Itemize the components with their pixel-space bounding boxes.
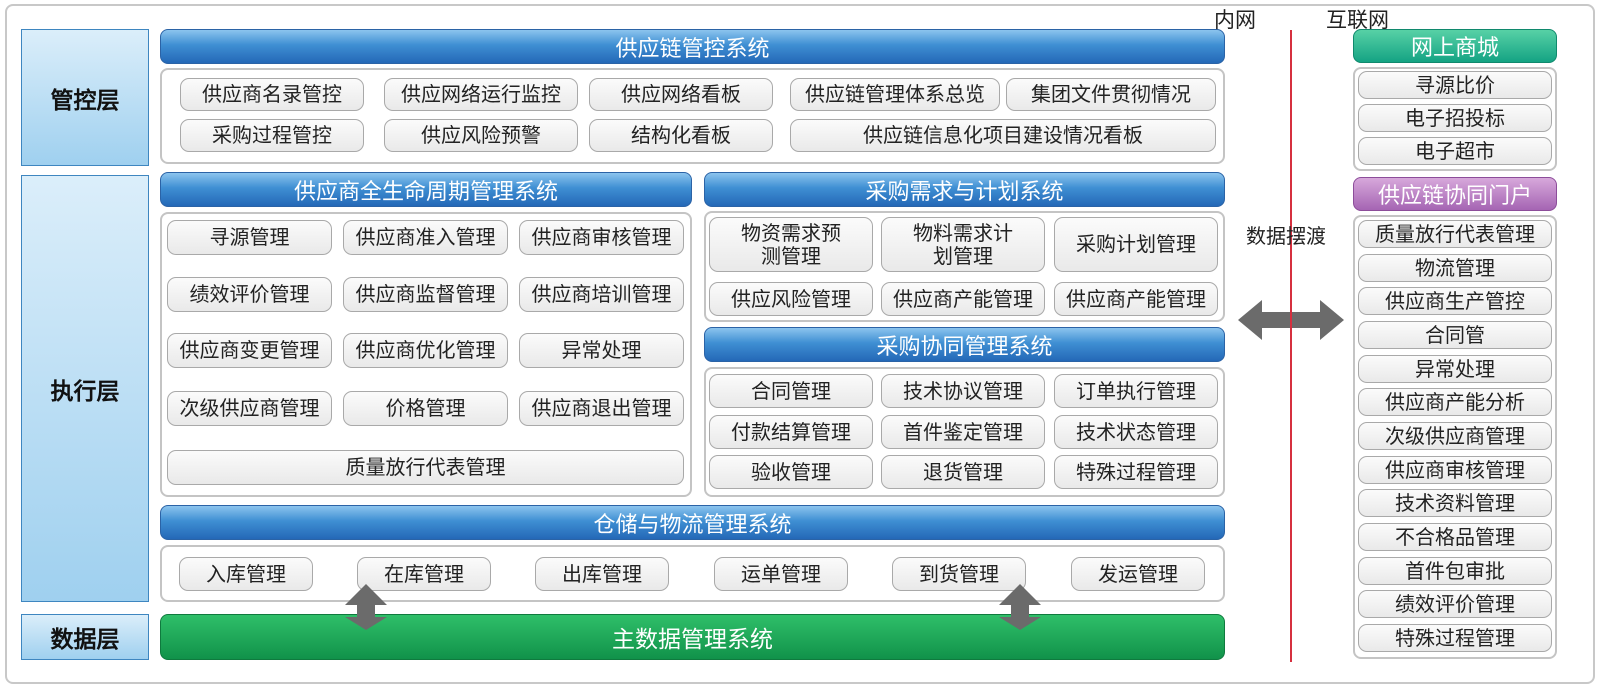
collab-item: 退货管理 — [881, 455, 1045, 489]
layer-execution: 执行层 — [21, 175, 149, 602]
control-item: 供应网络看板 — [589, 78, 773, 111]
portal-item: 不合格品管理 — [1358, 523, 1552, 551]
lifecycle-item: 寻源管理 — [167, 220, 332, 255]
control-system-title: 供应链管控系统 — [160, 29, 1225, 64]
portal-item: 特殊过程管理 — [1358, 624, 1552, 652]
mall-item: 寻源比价 — [1358, 71, 1552, 99]
intranet-label: 内网 — [1214, 8, 1256, 32]
mall-item: 电子超市 — [1358, 137, 1552, 165]
lifecycle-system-title: 供应商全生命周期管理系统 — [160, 172, 692, 207]
lifecycle-item: 供应商准入管理 — [343, 220, 508, 255]
control-item: 供应链管理体系总览 — [790, 78, 1000, 111]
control-item: 供应风险预警 — [384, 119, 578, 152]
lifecycle-item: 供应商培训管理 — [519, 277, 684, 312]
portal-item: 首件包审批 — [1358, 557, 1552, 585]
control-item: 供应网络运行监控 — [384, 78, 578, 111]
lifecycle-item: 价格管理 — [343, 391, 508, 426]
warehouse-item: 入库管理 — [179, 557, 313, 591]
demand-item: 供应商产能管理 — [1054, 282, 1218, 316]
lifecycle-item: 质量放行代表管理 — [167, 450, 684, 485]
master-data-bar: 主数据管理系统 — [160, 614, 1225, 660]
demand-system-title: 采购需求与计划系统 — [704, 172, 1225, 207]
portal-title: 供应链协同门户 — [1353, 177, 1557, 211]
data-ferry-label: 数据摆渡 — [1246, 224, 1326, 248]
control-item: 采购过程管控 — [180, 119, 364, 152]
collab-item: 特殊过程管理 — [1054, 455, 1218, 489]
demand-item-label: 物料需求计划管理 — [913, 220, 1013, 268]
lifecycle-item: 供应商优化管理 — [343, 333, 508, 368]
portal-item: 合同管 — [1358, 321, 1552, 349]
collab-item: 付款结算管理 — [709, 415, 873, 449]
collab-system-title: 采购协同管理系统 — [704, 327, 1225, 362]
portal-item: 质量放行代表管理 — [1358, 220, 1552, 248]
layer-control: 管控层 — [21, 29, 149, 166]
lifecycle-item: 异常处理 — [519, 333, 684, 368]
demand-item: 采购计划管理 — [1054, 217, 1218, 272]
collab-item: 技术状态管理 — [1054, 415, 1218, 449]
collab-item: 首件鉴定管理 — [881, 415, 1045, 449]
lifecycle-item: 次级供应商管理 — [167, 391, 332, 426]
demand-item: 物料需求计划管理 — [881, 217, 1045, 272]
demand-item: 供应商产能管理 — [881, 282, 1045, 316]
portal-item: 供应商生产管控 — [1358, 287, 1552, 315]
portal-item: 供应商产能分析 — [1358, 388, 1552, 416]
mall-title: 网上商城 — [1353, 29, 1557, 63]
collab-item: 验收管理 — [709, 455, 873, 489]
demand-item: 供应风险管理 — [709, 282, 873, 316]
control-item: 结构化看板 — [589, 119, 773, 152]
control-item: 集团文件贯彻情况 — [1006, 78, 1216, 111]
layer-data: 数据层 — [21, 614, 149, 660]
warehouse-item: 在库管理 — [357, 557, 491, 591]
control-item: 供应链信息化项目建设情况看板 — [790, 119, 1216, 152]
portal-item: 技术资料管理 — [1358, 489, 1552, 517]
control-item: 供应商名录管控 — [180, 78, 364, 111]
network-divider — [1290, 30, 1292, 662]
warehouse-item: 运单管理 — [714, 557, 848, 591]
lifecycle-item: 绩效评价管理 — [167, 277, 332, 312]
lifecycle-item: 供应商变更管理 — [167, 333, 332, 368]
portal-item: 供应商审核管理 — [1358, 456, 1552, 484]
lifecycle-item: 供应商退出管理 — [519, 391, 684, 426]
demand-item-label: 物资需求预测管理 — [741, 220, 841, 268]
collab-item: 订单执行管理 — [1054, 374, 1218, 408]
portal-item: 异常处理 — [1358, 355, 1552, 383]
portal-item: 物流管理 — [1358, 254, 1552, 282]
portal-item: 绩效评价管理 — [1358, 590, 1552, 618]
warehouse-item: 到货管理 — [892, 557, 1026, 591]
collab-item: 技术协议管理 — [881, 374, 1045, 408]
lifecycle-item: 供应商审核管理 — [519, 220, 684, 255]
warehouse-system-panel — [160, 545, 1225, 602]
portal-item: 次级供应商管理 — [1358, 422, 1552, 450]
warehouse-item: 出库管理 — [535, 557, 669, 591]
warehouse-system-title: 仓储与物流管理系统 — [160, 505, 1225, 540]
warehouse-item: 发运管理 — [1071, 557, 1205, 591]
lifecycle-item: 供应商监督管理 — [343, 277, 508, 312]
mall-item: 电子招投标 — [1358, 104, 1552, 132]
demand-item: 物资需求预测管理 — [709, 217, 873, 272]
collab-item: 合同管理 — [709, 374, 873, 408]
